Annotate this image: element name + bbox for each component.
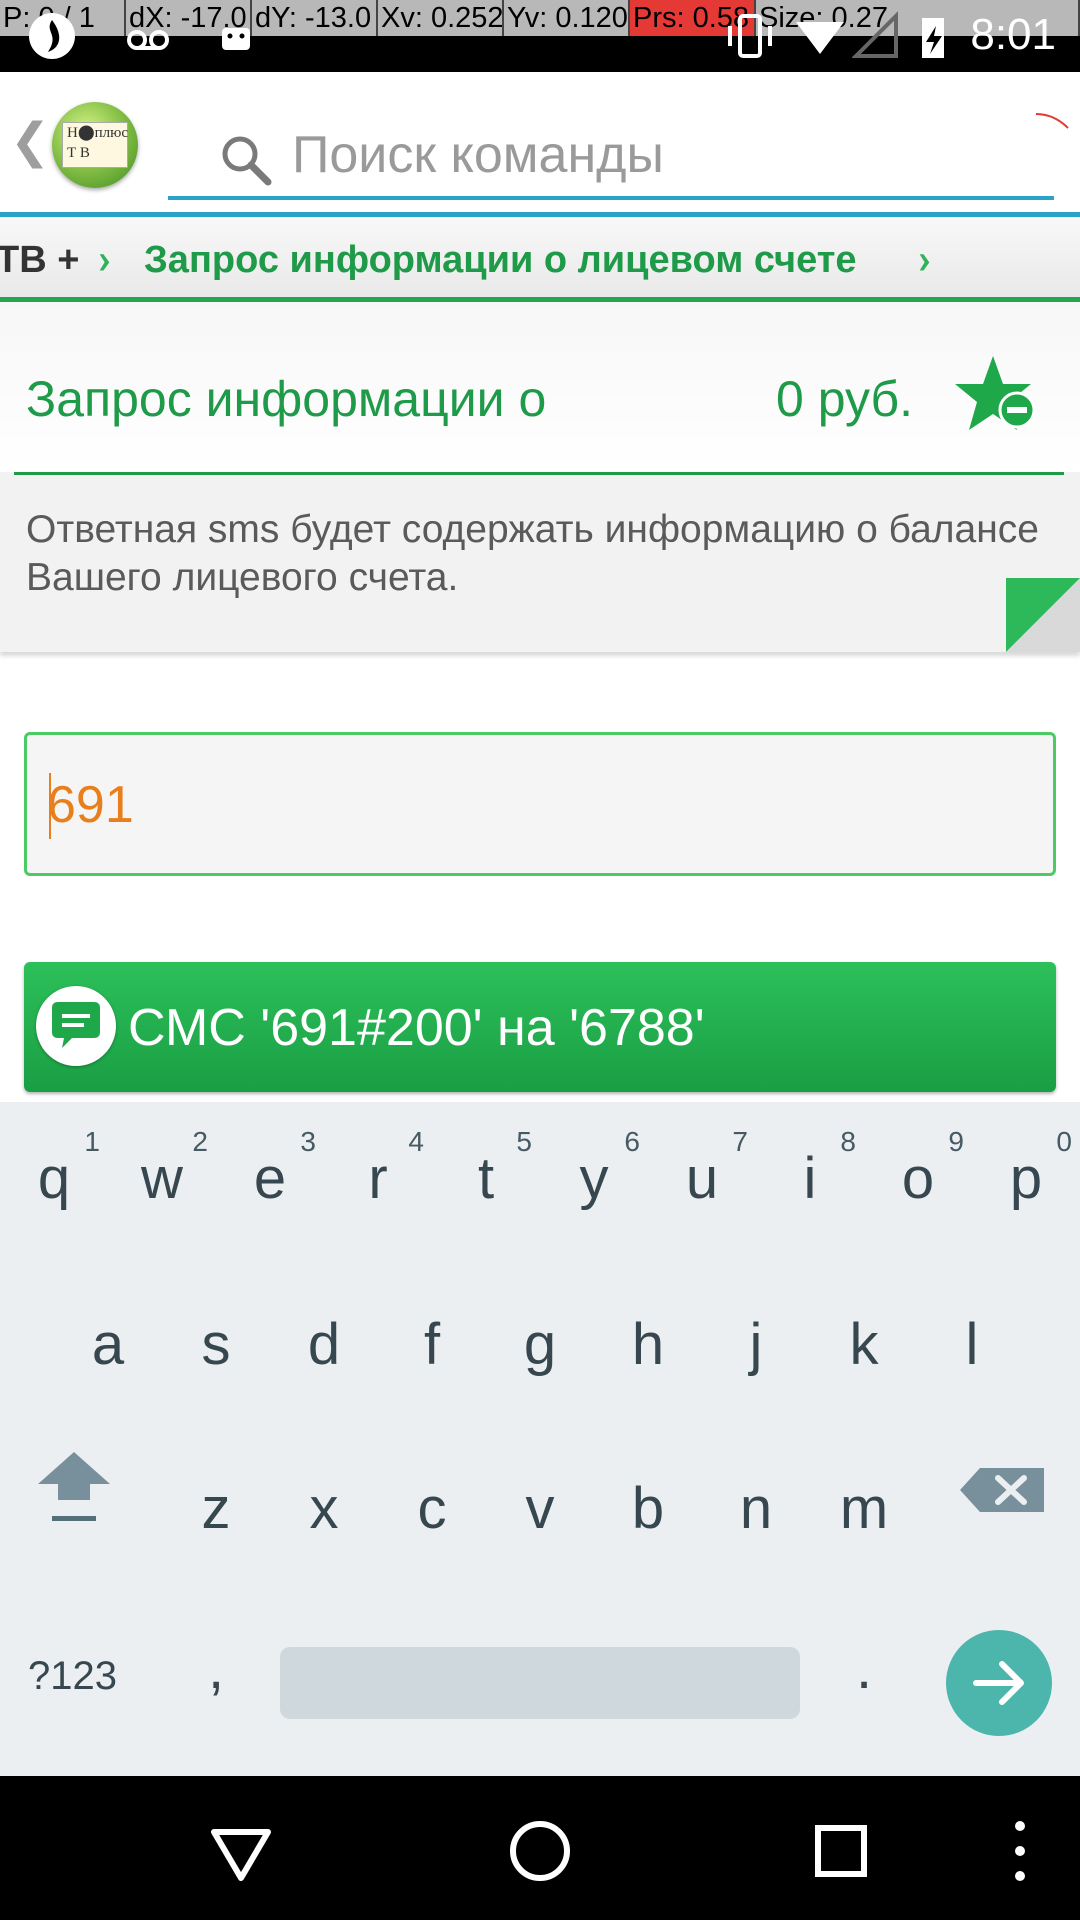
search-header: ❮ Н⬤плюс Т В <box>0 72 1080 212</box>
breadcrumb-item-root[interactable]: ТВ + <box>0 239 79 282</box>
search-icon <box>222 136 272 186</box>
command-card-header: Запрос информации о 0 руб. <box>0 302 1080 472</box>
status-bar: P: 0 / 1 dX: -17.0 dY: -13.0 Xv: 0.252 Y… <box>0 0 1080 72</box>
wifi-icon <box>796 22 844 54</box>
key-z[interactable]: z <box>162 1432 270 1572</box>
key-q[interactable]: 1q <box>0 1102 108 1242</box>
key-o[interactable]: 9o <box>864 1102 972 1242</box>
key-x[interactable]: x <box>270 1432 378 1572</box>
period-key[interactable]: . <box>810 1592 918 1732</box>
pointer-xv: Xv: 0.252 <box>378 0 504 36</box>
arrow-right-icon <box>973 1661 1024 1705</box>
notification-icons <box>26 8 262 64</box>
favorite-remove-icon[interactable] <box>955 354 1041 434</box>
flame-icon <box>29 13 75 59</box>
key-m[interactable]: m <box>810 1432 918 1572</box>
back-chevron-icon[interactable]: ❮ <box>10 112 50 169</box>
comma-key[interactable]: , <box>162 1592 270 1732</box>
key-n[interactable]: n <box>702 1432 810 1572</box>
battery-charging-icon <box>922 18 944 58</box>
home-icon[interactable] <box>505 1816 575 1886</box>
more-vert-icon[interactable] <box>1000 1816 1040 1886</box>
search-field[interactable] <box>168 112 1054 200</box>
key-b[interactable]: b <box>594 1432 702 1572</box>
key-g[interactable]: g <box>486 1268 594 1408</box>
pointer-dy: dY: -13.0 <box>252 0 378 36</box>
account-number-input[interactable] <box>47 765 1027 845</box>
backspace-icon <box>960 1468 1044 1512</box>
cell-signal-icon <box>852 11 898 58</box>
shift-key[interactable] <box>20 1432 128 1572</box>
back-icon[interactable] <box>206 1816 276 1886</box>
key-i[interactable]: 8i <box>756 1102 864 1242</box>
breadcrumb: ТВ + › Запрос информации о лицевом счете… <box>0 212 1080 302</box>
breadcrumb-item-current[interactable]: Запрос информации о лицевом счете <box>144 239 856 282</box>
navigation-bar <box>0 1776 1080 1920</box>
key-s[interactable]: s <box>162 1268 270 1408</box>
key-l[interactable]: l <box>918 1268 1026 1408</box>
send-sms-button[interactable]: СМС '691#200' на '6788' <box>24 962 1056 1092</box>
key-p[interactable]: 0p <box>972 1102 1080 1242</box>
space-bar[interactable] <box>280 1647 800 1719</box>
enter-key[interactable] <box>946 1630 1052 1736</box>
key-d[interactable]: d <box>270 1268 378 1408</box>
command-price: 0 руб. <box>776 371 914 427</box>
chevron-right-icon: › <box>98 235 111 284</box>
key-r[interactable]: 4r <box>324 1102 432 1242</box>
chat-bubble-icon <box>52 1002 100 1048</box>
recents-icon[interactable] <box>806 1816 876 1886</box>
soft-keyboard: 1q 2w 3e 4r 5t 6y 7u 8i 9o 0p a s d f g … <box>0 1102 1080 1776</box>
divider <box>14 472 1064 475</box>
key-t[interactable]: 5t <box>432 1102 540 1242</box>
menu-overflow-icon[interactable] <box>1034 110 1070 130</box>
key-h[interactable]: h <box>594 1268 702 1408</box>
symbols-key[interactable]: ?123 <box>28 1654 117 1699</box>
key-y[interactable]: 6y <box>540 1102 648 1242</box>
backspace-key[interactable] <box>950 1432 1058 1572</box>
sms-icon <box>36 986 116 1066</box>
key-c[interactable]: c <box>378 1432 486 1572</box>
key-v[interactable]: v <box>486 1432 594 1572</box>
command-description: Ответная sms будет содержать информацию … <box>26 508 1039 599</box>
key-a[interactable]: a <box>54 1268 162 1408</box>
android-icon <box>222 28 250 50</box>
chevron-right-icon: › <box>918 235 931 284</box>
key-e[interactable]: 3e <box>216 1102 324 1242</box>
system-status-icons <box>722 8 954 64</box>
command-card: Запрос информации о 0 руб. Ответная sms … <box>0 302 1080 652</box>
shift-icon <box>38 1452 110 1521</box>
logo-text: Н⬤плюс Т В <box>62 122 128 168</box>
key-f[interactable]: f <box>378 1268 486 1408</box>
voicemail-icon <box>127 30 169 50</box>
vibrate-icon <box>728 14 772 58</box>
pointer-yv: Yv: 0.120 <box>504 0 630 36</box>
command-title: Запрос информации о <box>26 371 547 427</box>
key-u[interactable]: 7u <box>648 1102 756 1242</box>
key-k[interactable]: k <box>810 1268 918 1408</box>
send-sms-label: СМС '691#200' на '6788' <box>128 999 705 1057</box>
search-input[interactable] <box>292 116 1032 194</box>
account-number-field[interactable] <box>24 732 1056 876</box>
key-w[interactable]: 2w <box>108 1102 216 1242</box>
expand-corner-icon[interactable] <box>1006 578 1080 652</box>
app-logo[interactable]: Н⬤плюс Т В <box>52 102 138 188</box>
key-j[interactable]: j <box>702 1268 810 1408</box>
clock: 8:01 <box>970 10 1056 59</box>
